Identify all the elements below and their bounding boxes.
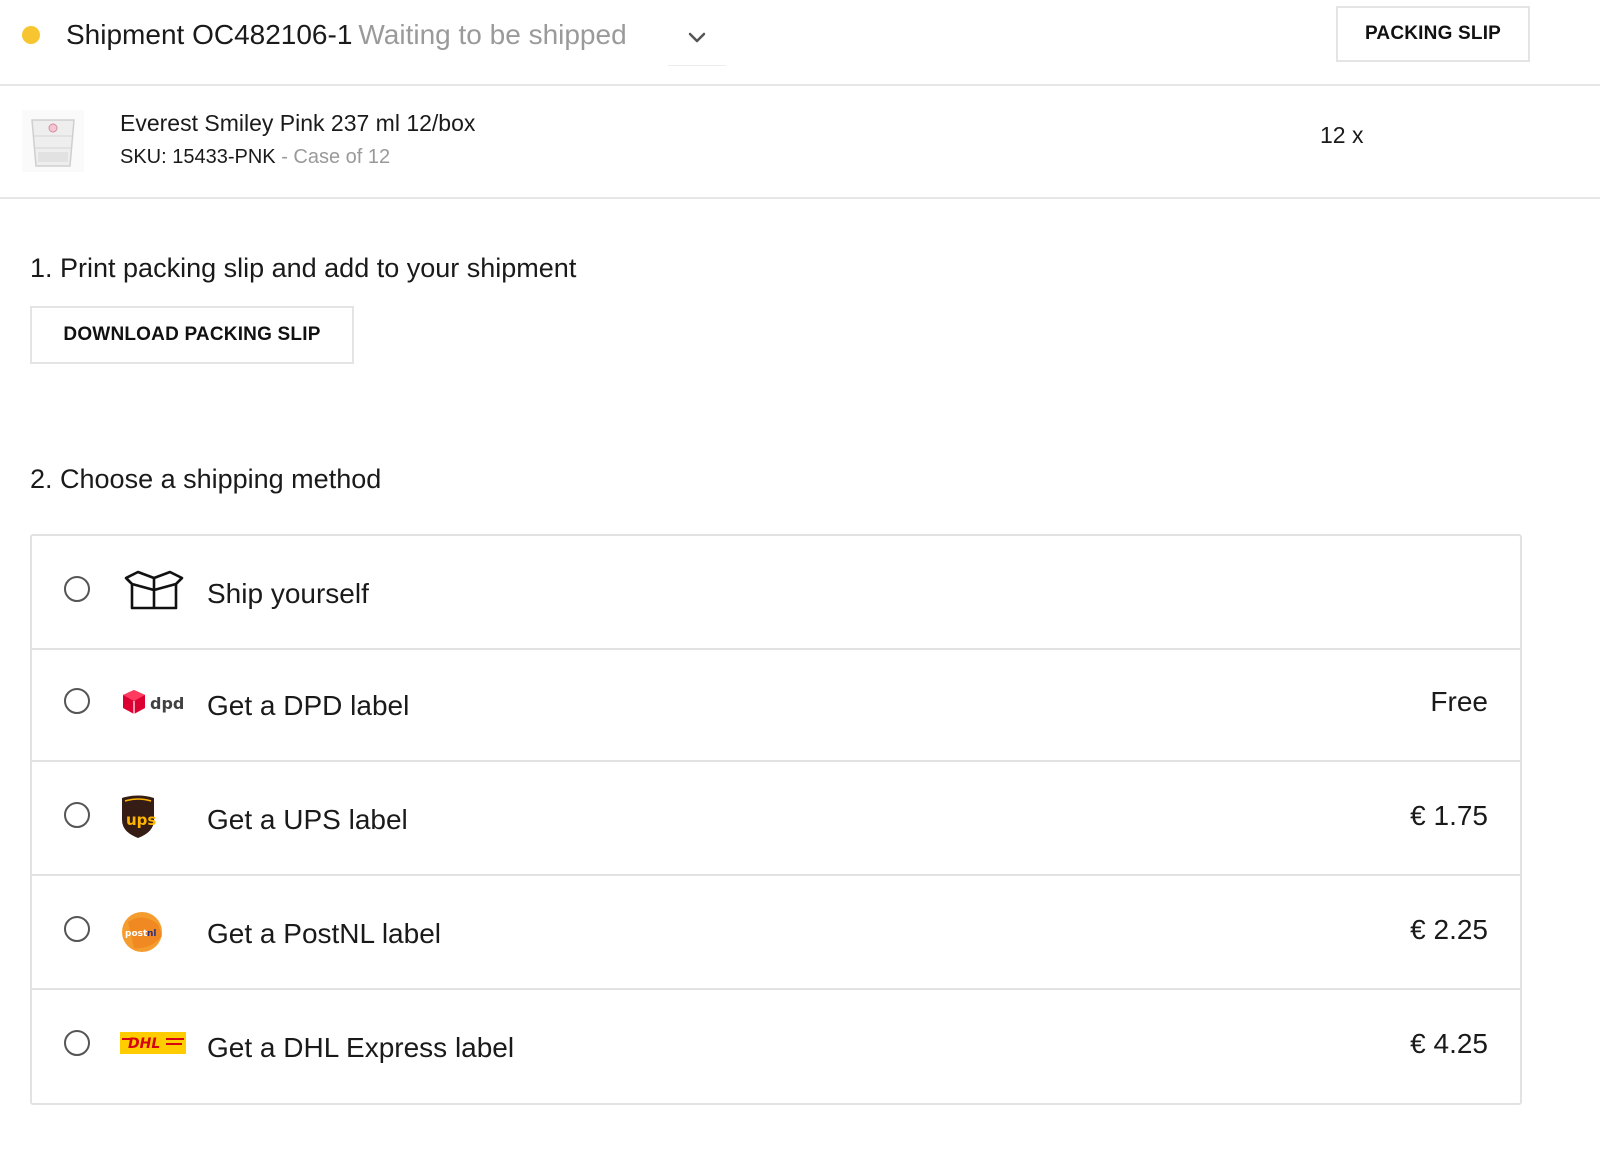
shipping-option-label: Get a PostNL label [207, 918, 441, 949]
shipping-option-price: € 4.25 [1410, 1028, 1488, 1059]
shipping-option-label: Ship yourself [207, 578, 369, 609]
product-row: Everest Smiley Pink 237 ml 12/box SKU: 1… [0, 86, 1600, 199]
product-thumbnail [22, 110, 84, 172]
radio-button[interactable] [64, 576, 90, 602]
chevron-down-icon [688, 32, 706, 43]
step1-title: 1. Print packing slip and add to your sh… [30, 253, 577, 283]
shipping-options-list: Ship yourself dpd Get a DPD label Free u… [30, 534, 1522, 1105]
shipment-id: Shipment OC482106-1 [66, 19, 353, 50]
download-packing-slip-button[interactable]: DOWNLOAD PACKING SLIP [30, 306, 354, 364]
product-pack-size: - Case of 12 [275, 146, 391, 168]
shipping-option-label: Get a UPS label [207, 804, 408, 835]
svg-text:nl: nl [147, 929, 157, 939]
dpd-logo: dpd [123, 690, 184, 714]
svg-text:dpd: dpd [150, 694, 184, 713]
shipping-option-postnl[interactable]: post nl Get a PostNL label € 2.25 [32, 876, 1520, 990]
radio-button[interactable] [64, 802, 90, 828]
svg-text:DHL: DHL [128, 1036, 160, 1052]
packing-slip-button[interactable]: PACKING SLIP [1336, 6, 1530, 62]
shipping-option-price: Free [1430, 686, 1488, 717]
postnl-logo: post nl [122, 912, 162, 952]
product-sku-line: SKU: 15433-PNK - Case of 12 [120, 144, 390, 170]
dhl-logo: DHL [120, 1032, 186, 1054]
shipment-title: Shipment OC482106-1 Waiting to be shipped [66, 18, 627, 52]
product-quantity: 12 x [1320, 122, 1364, 148]
svg-text:post: post [125, 929, 148, 939]
shipping-option-dpd[interactable]: dpd Get a DPD label Free [32, 648, 1520, 762]
ups-logo: ups [122, 795, 156, 838]
svg-text:ups: ups [126, 811, 156, 829]
status-indicator-dot [22, 26, 40, 44]
radio-button[interactable] [64, 916, 90, 942]
shipment-dropdown-toggle[interactable] [668, 12, 726, 66]
product-sku: SKU: 15433-PNK [120, 146, 276, 168]
shipping-option-label: Get a DHL Express label [207, 1032, 515, 1063]
product-name: Everest Smiley Pink 237 ml 12/box [120, 110, 476, 136]
shipment-status: Waiting to be shipped [358, 19, 627, 50]
radio-button[interactable] [64, 1030, 90, 1056]
shipping-option-price: € 2.25 [1410, 914, 1488, 945]
shipping-option-label: Get a DPD label [207, 690, 410, 721]
shipping-option-dhl-express[interactable]: DHL Get a DHL Express label € 4.25 [32, 990, 1520, 1104]
shipping-option-ups[interactable]: ups Get a UPS label € 1.75 [32, 762, 1520, 876]
step2-title: 2. Choose a shipping method [30, 464, 382, 494]
radio-button[interactable] [64, 688, 90, 714]
shipment-header: Shipment OC482106-1 Waiting to be shipped… [0, 0, 1600, 86]
shipping-option-ship-yourself[interactable]: Ship yourself [32, 536, 1520, 650]
shipping-option-price: € 1.75 [1410, 800, 1488, 831]
box-icon [124, 570, 184, 610]
